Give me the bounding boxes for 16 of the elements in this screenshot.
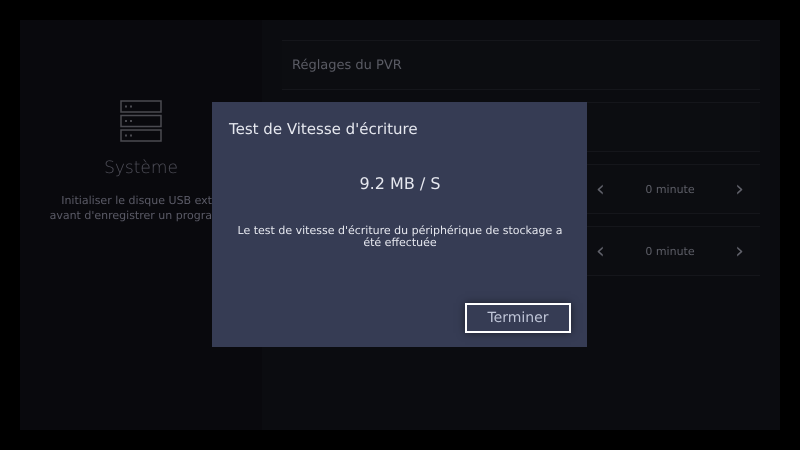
settings-row[interactable]: Réglages du PVR xyxy=(282,40,760,90)
previous-chevron[interactable]: ‹ xyxy=(590,176,611,202)
description-text: avant d'enregistrer un progra xyxy=(50,209,212,222)
dialog-title: Test de Vitesse d'écriture xyxy=(229,120,419,138)
finish-button[interactable]: Terminer xyxy=(465,303,571,333)
value-text: 0 minute xyxy=(645,182,695,196)
previous-chevron[interactable]: ‹ xyxy=(590,238,611,264)
value-text: 0 minute xyxy=(645,244,695,258)
speed-value: 9.2 MB / S xyxy=(358,174,442,193)
next-chevron[interactable]: › xyxy=(729,176,750,202)
next-chevron[interactable]: › xyxy=(729,238,750,264)
description-text: Initialiser le disque USB ext xyxy=(61,194,212,207)
dialog-message: Le test de vitesse d'écriture du périphérique de stockage a été effectuée xyxy=(236,225,564,249)
storage-icon xyxy=(120,100,162,142)
section-title: Système xyxy=(104,158,178,178)
row-label: Réglages du PVR xyxy=(292,58,402,72)
